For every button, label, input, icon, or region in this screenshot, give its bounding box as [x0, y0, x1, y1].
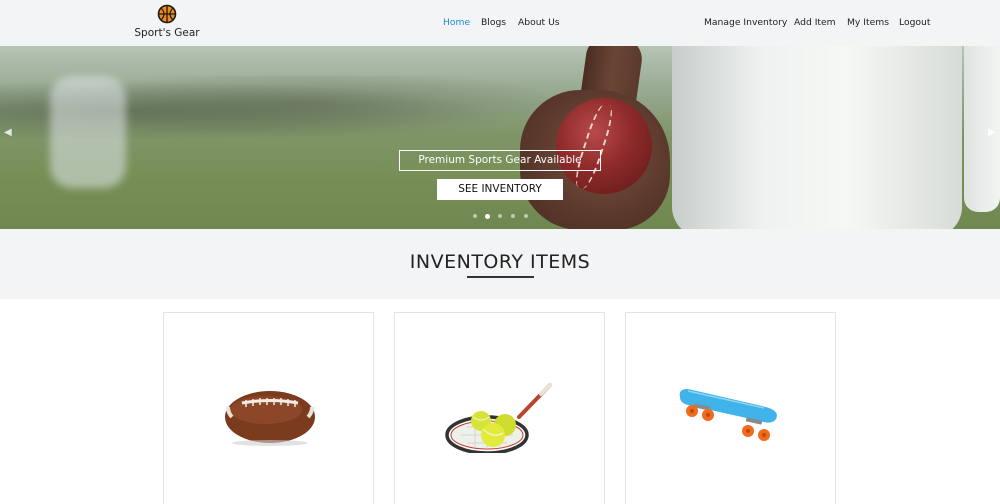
- brand-home-link[interactable]: Sport's Gear: [128, 4, 206, 44]
- see-inventory-button[interactable]: SEE INVENTORY: [437, 179, 563, 200]
- carousel-dot-1[interactable]: [473, 214, 477, 218]
- inventory-card-1[interactable]: [163, 312, 374, 504]
- chevron-right-icon[interactable]: ▶: [988, 128, 996, 138]
- nav-link-about-us[interactable]: About Us: [518, 17, 560, 28]
- nav-link-my-items[interactable]: My Items: [847, 17, 889, 28]
- top-navbar: Sport's Gear Home Blogs About Us Manage …: [0, 0, 1000, 46]
- carousel-indicators: [471, 213, 531, 222]
- section-title-underline: [467, 276, 534, 278]
- skateboard-icon: [679, 389, 777, 441]
- nav-link-add-item[interactable]: Add Item: [794, 17, 836, 28]
- nav-link-home[interactable]: Home: [443, 17, 470, 28]
- tennis-racket-balls-icon: [445, 383, 552, 453]
- carousel-dot-3[interactable]: [498, 214, 502, 218]
- inventory-card-2[interactable]: [394, 312, 605, 504]
- nav-link-manage-inventory[interactable]: Manage Inventory: [704, 17, 787, 28]
- brand-name: Sport's Gear: [134, 27, 200, 39]
- chevron-left-icon[interactable]: ◀: [4, 128, 12, 138]
- nav-link-logout[interactable]: Logout: [899, 17, 930, 28]
- nav-link-blogs[interactable]: Blogs: [481, 17, 506, 28]
- hero-carousel: ◀ ▶ Premium Sports Gear Available SEE IN…: [0, 46, 1000, 229]
- inventory-section-title: INVENTORY ITEMS: [409, 251, 591, 273]
- carousel-dot-5[interactable]: [524, 214, 528, 218]
- hero-caption: Premium Sports Gear Available: [399, 150, 601, 171]
- carousel-dot-2[interactable]: [485, 213, 490, 219]
- inventory-card-3[interactable]: [625, 312, 836, 504]
- basketball-logo-icon: [157, 4, 177, 24]
- hero-player-leg: [672, 46, 962, 229]
- american-football-icon: [225, 391, 315, 446]
- hero-background-figure: [50, 76, 126, 188]
- carousel-dot-4[interactable]: [511, 214, 515, 218]
